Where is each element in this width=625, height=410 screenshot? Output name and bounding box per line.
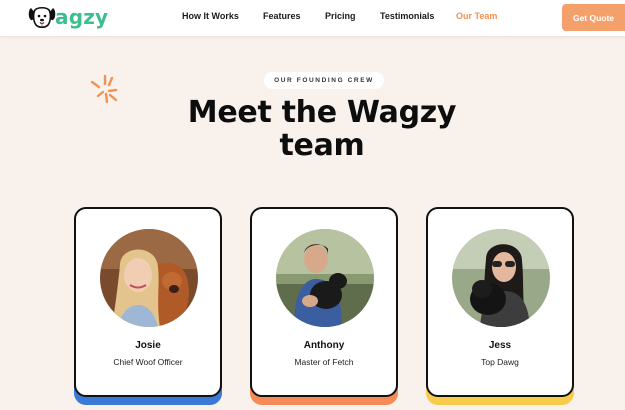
nav-features[interactable]: Features xyxy=(263,11,301,21)
team-member-role: Chief Woof Officer xyxy=(113,357,183,367)
photo-woman-with-dog xyxy=(100,229,198,327)
team-member-name: Jess xyxy=(488,340,512,351)
team-member-name: Anthony xyxy=(303,340,345,351)
team-card-body: Anthony Master of Fetch xyxy=(250,207,398,397)
team-card: Josie Chief Woof Officer xyxy=(74,207,222,405)
page-title-line-1: Meet the Wagzy xyxy=(187,95,457,130)
team-card: Jess Top Dawg xyxy=(426,207,574,405)
page-title-line-2: team xyxy=(279,128,365,163)
team-card-body: Jess Top Dawg xyxy=(426,207,574,397)
team-member-photo xyxy=(452,229,550,327)
team-card-body: Josie Chief Woof Officer xyxy=(74,207,222,397)
dog-head-icon xyxy=(28,6,56,29)
get-quote-button[interactable]: Get Quote xyxy=(562,4,625,31)
section-eyebrow: OUR FOUNDING CREW xyxy=(264,72,384,89)
top-navbar: agzy How It Works Features Pricing Testi… xyxy=(0,0,625,36)
nav-our-team[interactable]: Our Team xyxy=(456,11,497,21)
photo-woman-with-dog xyxy=(452,229,550,327)
nav-testimonials[interactable]: Testimonials xyxy=(380,11,434,21)
team-member-photo xyxy=(276,229,374,327)
brand-logo[interactable]: agzy xyxy=(28,4,108,30)
team-member-photo xyxy=(100,229,198,327)
brand-name: agzy xyxy=(55,5,109,29)
nav-pricing[interactable]: Pricing xyxy=(325,11,356,21)
team-member-role: Master of Fetch xyxy=(294,357,354,367)
team-member-role: Top Dawg xyxy=(481,357,519,367)
photo-man-with-dog xyxy=(276,229,374,327)
page-title: Meet the Wagzy team xyxy=(162,96,482,162)
team-card: Anthony Master of Fetch xyxy=(250,207,398,405)
nav-how-it-works[interactable]: How It Works xyxy=(182,11,239,21)
team-member-name: Josie xyxy=(135,340,161,351)
sparkle-icon xyxy=(90,74,118,104)
